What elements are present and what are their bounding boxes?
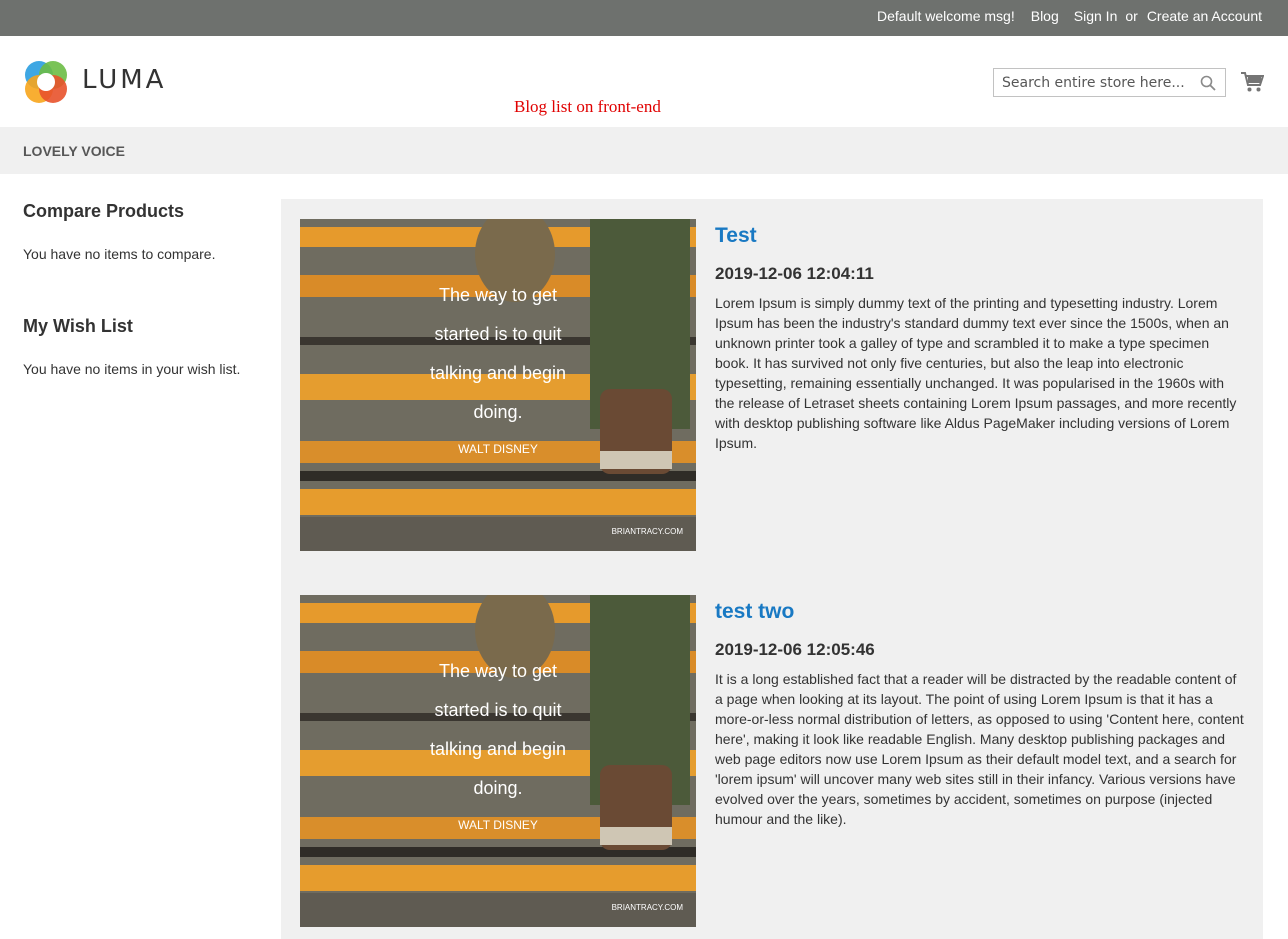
quote-line: talking and begin [430, 739, 566, 759]
search-input[interactable] [994, 69, 1202, 96]
compare-products-empty-text: You have no items to compare. [23, 246, 216, 262]
post-image[interactable]: The way to get started is to quit talkin… [300, 219, 696, 551]
image-credit: BRIANTRACY.COM [612, 903, 684, 912]
quote-image: The way to get started is to quit talkin… [300, 595, 696, 927]
cart-icon[interactable] [1240, 71, 1264, 93]
quote-author: WALT DISNEY [458, 442, 538, 456]
compare-products-title: Compare Products [23, 201, 185, 221]
blog-post: The way to get started is to quit talkin… [300, 219, 1250, 551]
logo-text: LUMA [82, 65, 167, 95]
quote-image: The way to get started is to quit talkin… [300, 219, 696, 551]
quote-line: The way to get [439, 285, 557, 305]
nav-item-lovely-voice[interactable]: LOVELY VOICE [23, 143, 125, 159]
top-panel: Default welcome msg! Blog Sign In or Cre… [0, 0, 1288, 36]
annotation-label: Blog list on front-end [514, 97, 661, 116]
blog-post: The way to get started is to quit talkin… [300, 595, 1250, 927]
welcome-message: Default welcome msg! [877, 8, 1015, 24]
or-separator: or [1125, 8, 1138, 24]
quote-line: The way to get [439, 661, 557, 681]
post-excerpt: Lorem Ipsum is simply dummy text of the … [715, 295, 1237, 451]
quote-line: doing. [473, 402, 522, 422]
header: LUMA Blog list on front-end [0, 36, 1288, 127]
blog-link[interactable]: Blog [1031, 8, 1059, 24]
search-box [993, 68, 1226, 97]
post-date: 2019-12-06 12:05:46 [715, 640, 875, 659]
sign-in-link[interactable]: Sign In [1074, 8, 1118, 24]
quote-author: WALT DISNEY [458, 818, 538, 832]
wish-list-empty-text: You have no items in your wish list. [23, 361, 241, 377]
post-date: 2019-12-06 12:04:11 [715, 264, 874, 283]
nav-bar: LOVELY VOICE [0, 127, 1288, 174]
post-title-link[interactable]: test two [715, 600, 794, 624]
post-image[interactable]: The way to get started is to quit talkin… [300, 595, 696, 927]
quote-line: started is to quit [434, 324, 561, 344]
luma-logo-icon [25, 61, 67, 103]
post-excerpt: It is a long established fact that a rea… [715, 671, 1244, 827]
top-links: Default welcome msg! Blog Sign In or Cre… [877, 0, 1262, 32]
image-credit: BRIANTRACY.COM [612, 527, 684, 536]
quote-line: doing. [473, 778, 522, 798]
quote-line: started is to quit [434, 700, 561, 720]
wish-list-title: My Wish List [23, 316, 133, 336]
blog-post-list: The way to get started is to quit talkin… [281, 199, 1263, 939]
post-title-link[interactable]: Test [715, 224, 757, 248]
quote-line: talking and begin [430, 363, 566, 383]
create-account-link[interactable]: Create an Account [1147, 8, 1262, 24]
logo[interactable]: LUMA [23, 57, 173, 107]
search-icon[interactable] [1200, 75, 1216, 91]
